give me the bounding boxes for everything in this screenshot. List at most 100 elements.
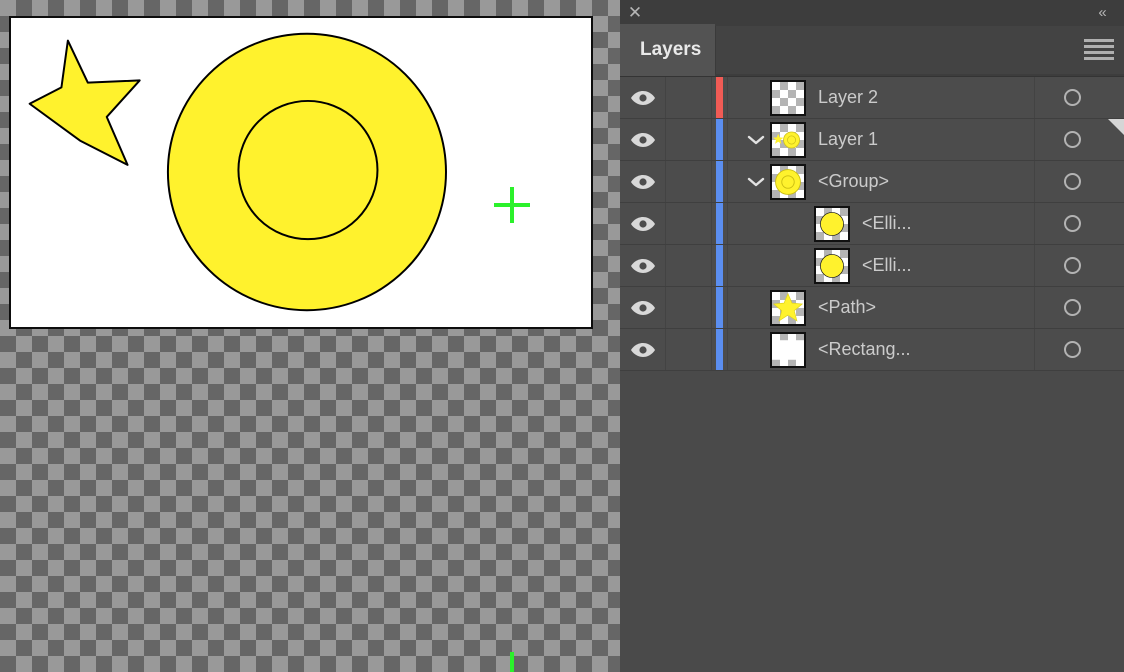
- layer-color-indicator: [712, 245, 728, 286]
- layer-color-bar: [716, 119, 723, 160]
- thumbnail-art-circle: [820, 211, 844, 236]
- tabstrip-background: [715, 26, 1124, 74]
- layer-name-label: <Path>: [818, 297, 877, 317]
- layers-panel: ✕ « Layers Layer 2 Layer 1 <Group> <Elli...…: [620, 0, 1124, 672]
- layer-row-endpad: [1110, 77, 1124, 118]
- layer-color-bar: [716, 77, 723, 118]
- layer-color-indicator: [712, 77, 728, 118]
- target-circle-icon: [1064, 341, 1081, 358]
- layer-lock-toggle[interactable]: [666, 329, 712, 370]
- artboard-artwork: [28, 32, 447, 312]
- target-circle-icon: [1064, 173, 1081, 190]
- eye-icon: [630, 216, 655, 231]
- layer-color-indicator: [712, 161, 728, 202]
- eye-icon: [630, 174, 655, 189]
- target-circle-icon: [1064, 89, 1081, 106]
- layer-visibility-toggle[interactable]: [620, 77, 666, 118]
- layer-visibility-toggle[interactable]: [620, 161, 666, 202]
- layer-thumbnail[interactable]: [770, 289, 806, 326]
- canvas-area[interactable]: [0, 0, 620, 672]
- layer-color-bar: [716, 203, 723, 244]
- layer-visibility-toggle[interactable]: [620, 119, 666, 160]
- chevron-down-icon: [747, 177, 765, 186]
- layer-row[interactable]: <Rectang...: [620, 329, 1124, 371]
- layer-target-button[interactable]: [1034, 329, 1110, 370]
- layer-thumbnail[interactable]: [770, 121, 806, 158]
- layer-expand-toggle[interactable]: [742, 119, 770, 160]
- layer-twisty-spacer: [742, 329, 770, 370]
- layer-target-button[interactable]: [1034, 77, 1110, 118]
- layer-name-label: <Elli...: [862, 255, 912, 275]
- thumbnail-art-star: [772, 292, 804, 322]
- layer-row-endpad: [1110, 287, 1124, 328]
- menu-bar-3: [1084, 50, 1114, 54]
- thumbnail-art-star-and-donut: [773, 131, 800, 148]
- bottom-guide-marker: [510, 652, 514, 672]
- panel-topbar: ✕ «: [620, 0, 1124, 24]
- layer-lock-toggle[interactable]: [666, 161, 712, 202]
- layer-thumbnail[interactable]: [814, 247, 850, 284]
- artboard[interactable]: [9, 16, 593, 329]
- layer-name-label: <Group>: [818, 171, 890, 191]
- layer-lock-toggle[interactable]: [666, 287, 712, 328]
- layer-color-bar: [716, 329, 723, 370]
- close-icon[interactable]: ✕: [620, 0, 650, 24]
- layer-row[interactable]: <Group>: [620, 161, 1124, 203]
- layer-row-endpad: [1110, 203, 1124, 244]
- inner-ellipse-shape: [237, 99, 379, 241]
- layer-row-endpad: [1110, 161, 1124, 202]
- eye-icon: [630, 258, 655, 273]
- layer-color-indicator: [712, 287, 728, 328]
- layer-target-button[interactable]: [1034, 245, 1110, 286]
- layer-expand-toggle[interactable]: [742, 161, 770, 202]
- layer-row-content[interactable]: Layer 2: [728, 77, 1034, 118]
- layer-row-content[interactable]: <Rectang...: [728, 329, 1034, 370]
- panel-menu-icon[interactable]: [1084, 36, 1114, 62]
- layer-row-content[interactable]: <Elli...: [728, 245, 1034, 286]
- menu-bar-1: [1084, 38, 1114, 42]
- thumbnail-art-white-rectangle: [772, 339, 804, 360]
- layer-visibility-toggle[interactable]: [620, 287, 666, 328]
- layer-visibility-toggle[interactable]: [620, 245, 666, 286]
- layer-visibility-toggle[interactable]: [620, 203, 666, 244]
- layer-color-bar: [716, 161, 723, 202]
- layer-twisty-spacer: [786, 245, 814, 286]
- thumbnail-art-empty-transparent: [772, 82, 804, 114]
- layer-thumbnail[interactable]: [770, 331, 806, 368]
- layer-row[interactable]: Layer 1: [620, 119, 1124, 161]
- layer-name-label: <Elli...: [862, 213, 912, 233]
- thumbnail-art-donut: [775, 168, 801, 195]
- layer-row-content[interactable]: Layer 1: [728, 119, 1034, 160]
- layer-row[interactable]: Layer 2: [620, 77, 1124, 119]
- layer-target-button[interactable]: [1034, 203, 1110, 244]
- layer-row-endpad: [1110, 245, 1124, 286]
- layer-color-indicator: [712, 119, 728, 160]
- layer-lock-toggle[interactable]: [666, 245, 712, 286]
- layer-lock-toggle[interactable]: [666, 119, 712, 160]
- layer-target-button[interactable]: [1034, 161, 1110, 202]
- panel-tabstrip: Layers: [620, 24, 1124, 76]
- chevron-down-icon: [747, 135, 765, 144]
- layer-visibility-toggle[interactable]: [620, 329, 666, 370]
- layer-thumbnail[interactable]: [770, 163, 806, 200]
- layer-name-label: Layer 1: [818, 129, 879, 149]
- layer-lock-toggle[interactable]: [666, 203, 712, 244]
- menu-bar-2: [1084, 44, 1114, 48]
- layer-thumbnail[interactable]: [770, 79, 806, 116]
- layer-row[interactable]: <Elli...: [620, 203, 1124, 245]
- layer-target-button[interactable]: [1034, 119, 1110, 160]
- layer-row-content[interactable]: <Path>: [728, 287, 1034, 328]
- tab-layers[interactable]: Layers: [620, 24, 715, 76]
- layer-thumbnail[interactable]: [814, 205, 850, 242]
- layer-row-content[interactable]: <Group>: [728, 161, 1034, 202]
- layer-twisty-spacer: [786, 203, 814, 244]
- layer-row[interactable]: <Elli...: [620, 245, 1124, 287]
- layer-row-content[interactable]: <Elli...: [728, 203, 1034, 244]
- eye-icon: [630, 300, 655, 315]
- collapse-panel-icon[interactable]: «: [1088, 0, 1116, 24]
- layer-lock-toggle[interactable]: [666, 77, 712, 118]
- layer-target-button[interactable]: [1034, 287, 1110, 328]
- layer-name-label: Layer 2: [818, 87, 879, 107]
- target-circle-icon: [1064, 131, 1081, 148]
- layer-row[interactable]: <Path>: [620, 287, 1124, 329]
